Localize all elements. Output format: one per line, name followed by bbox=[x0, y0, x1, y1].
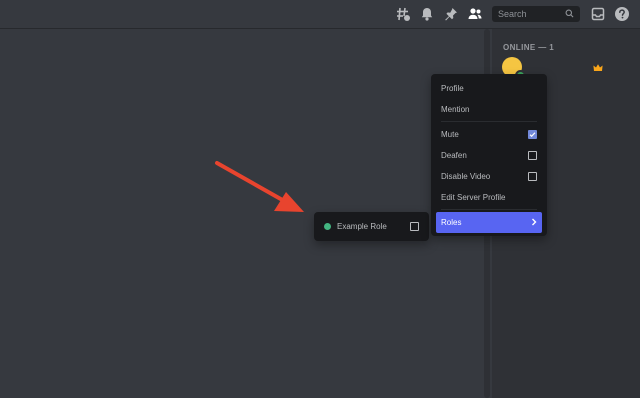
menu-item-label: Mention bbox=[441, 105, 470, 114]
role-label: Example Role bbox=[337, 222, 387, 231]
inbox-icon[interactable] bbox=[590, 6, 606, 22]
notification-bell-icon[interactable] bbox=[419, 6, 435, 22]
deafen-checkbox[interactable] bbox=[528, 151, 537, 160]
channel-header bbox=[0, 0, 640, 29]
menu-item-label: Disable Video bbox=[441, 172, 491, 181]
menu-item-profile[interactable]: Profile bbox=[436, 78, 542, 99]
crown-icon bbox=[593, 61, 603, 75]
menu-item-disable-video[interactable]: Disable Video bbox=[436, 166, 542, 187]
menu-item-label: Roles bbox=[441, 218, 462, 227]
annotation-arrow-icon bbox=[215, 161, 304, 212]
role-color-dot-icon bbox=[324, 223, 331, 230]
threads-icon[interactable] bbox=[395, 6, 411, 22]
menu-item-roles[interactable]: Roles bbox=[436, 212, 542, 233]
checkmark-icon bbox=[529, 132, 536, 138]
help-icon[interactable] bbox=[614, 6, 630, 22]
roles-submenu: Example Role bbox=[314, 212, 429, 241]
menu-item-edit-server-profile[interactable]: Edit Server Profile bbox=[436, 187, 542, 208]
disable-video-checkbox[interactable] bbox=[528, 172, 537, 181]
menu-item-deafen[interactable]: Deafen bbox=[436, 145, 542, 166]
role-checkbox[interactable] bbox=[410, 222, 419, 231]
search-icon bbox=[565, 7, 574, 21]
search-input[interactable] bbox=[498, 9, 564, 19]
role-item-example-role[interactable]: Example Role bbox=[319, 216, 424, 237]
user-context-menu: Profile Mention Mute Deafen Disable Vide… bbox=[431, 74, 547, 236]
menu-separator bbox=[441, 209, 537, 210]
pin-icon[interactable] bbox=[443, 6, 459, 22]
menu-item-mention[interactable]: Mention bbox=[436, 99, 542, 120]
menu-item-label: Mute bbox=[441, 130, 459, 139]
menu-separator bbox=[441, 121, 537, 122]
menu-item-label: Deafen bbox=[441, 151, 467, 160]
menu-item-label: Edit Server Profile bbox=[441, 193, 506, 202]
search-bar[interactable] bbox=[492, 6, 580, 22]
menu-item-mute[interactable]: Mute bbox=[436, 124, 542, 145]
mute-checkbox[interactable] bbox=[528, 130, 537, 139]
members-icon[interactable] bbox=[467, 6, 483, 22]
menu-item-label: Profile bbox=[441, 84, 464, 93]
member-group-heading: ONLINE — 1 bbox=[503, 43, 555, 52]
chevron-right-icon bbox=[531, 218, 537, 228]
